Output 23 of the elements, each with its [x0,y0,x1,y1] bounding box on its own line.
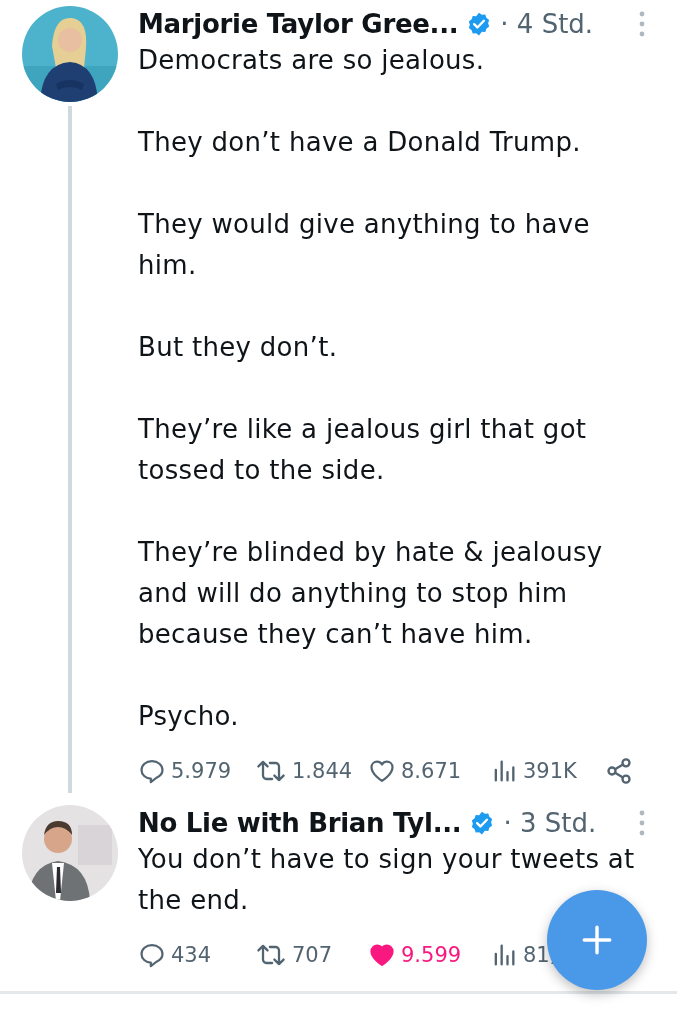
post-text: They’re like a jealous girl that got tossed to the side. [138,413,588,487]
like-count: 9.599 [401,943,462,967]
post-time: · 4 Std. [500,9,594,39]
post-text: Psycho. [138,700,240,733]
like-count: 8.671 [401,759,462,783]
post-text: You don’t have to sign your tweets at the end. [138,843,636,917]
post-text: They’re blinded by hate & jealousy and will do anything to stop him because they can’t have him. [138,536,604,651]
author-name[interactable]: No Lie with Brian Tyl... [138,808,462,838]
share-icon[interactable] [605,757,633,785]
reply-count: 5.979 [171,759,232,783]
reply-icon[interactable] [138,941,166,969]
post-text: But they don’t. [138,331,339,364]
author-name[interactable]: Marjorie Taylor Gree... [138,9,459,39]
plus-icon [580,923,614,957]
post-text: They would give anything to have him. [138,208,591,282]
reply-icon[interactable] [138,757,166,785]
post-time: · 3 Std. [503,808,597,838]
post-text: They don’t have a Donald Trump. [138,126,582,159]
reply-count: 434 [171,943,212,967]
view-count: 391K [523,759,577,783]
post-text: Democrats are so jealous. [138,44,486,77]
repost-count: 1.844 [292,759,353,783]
repost-count: 707 [292,943,333,967]
